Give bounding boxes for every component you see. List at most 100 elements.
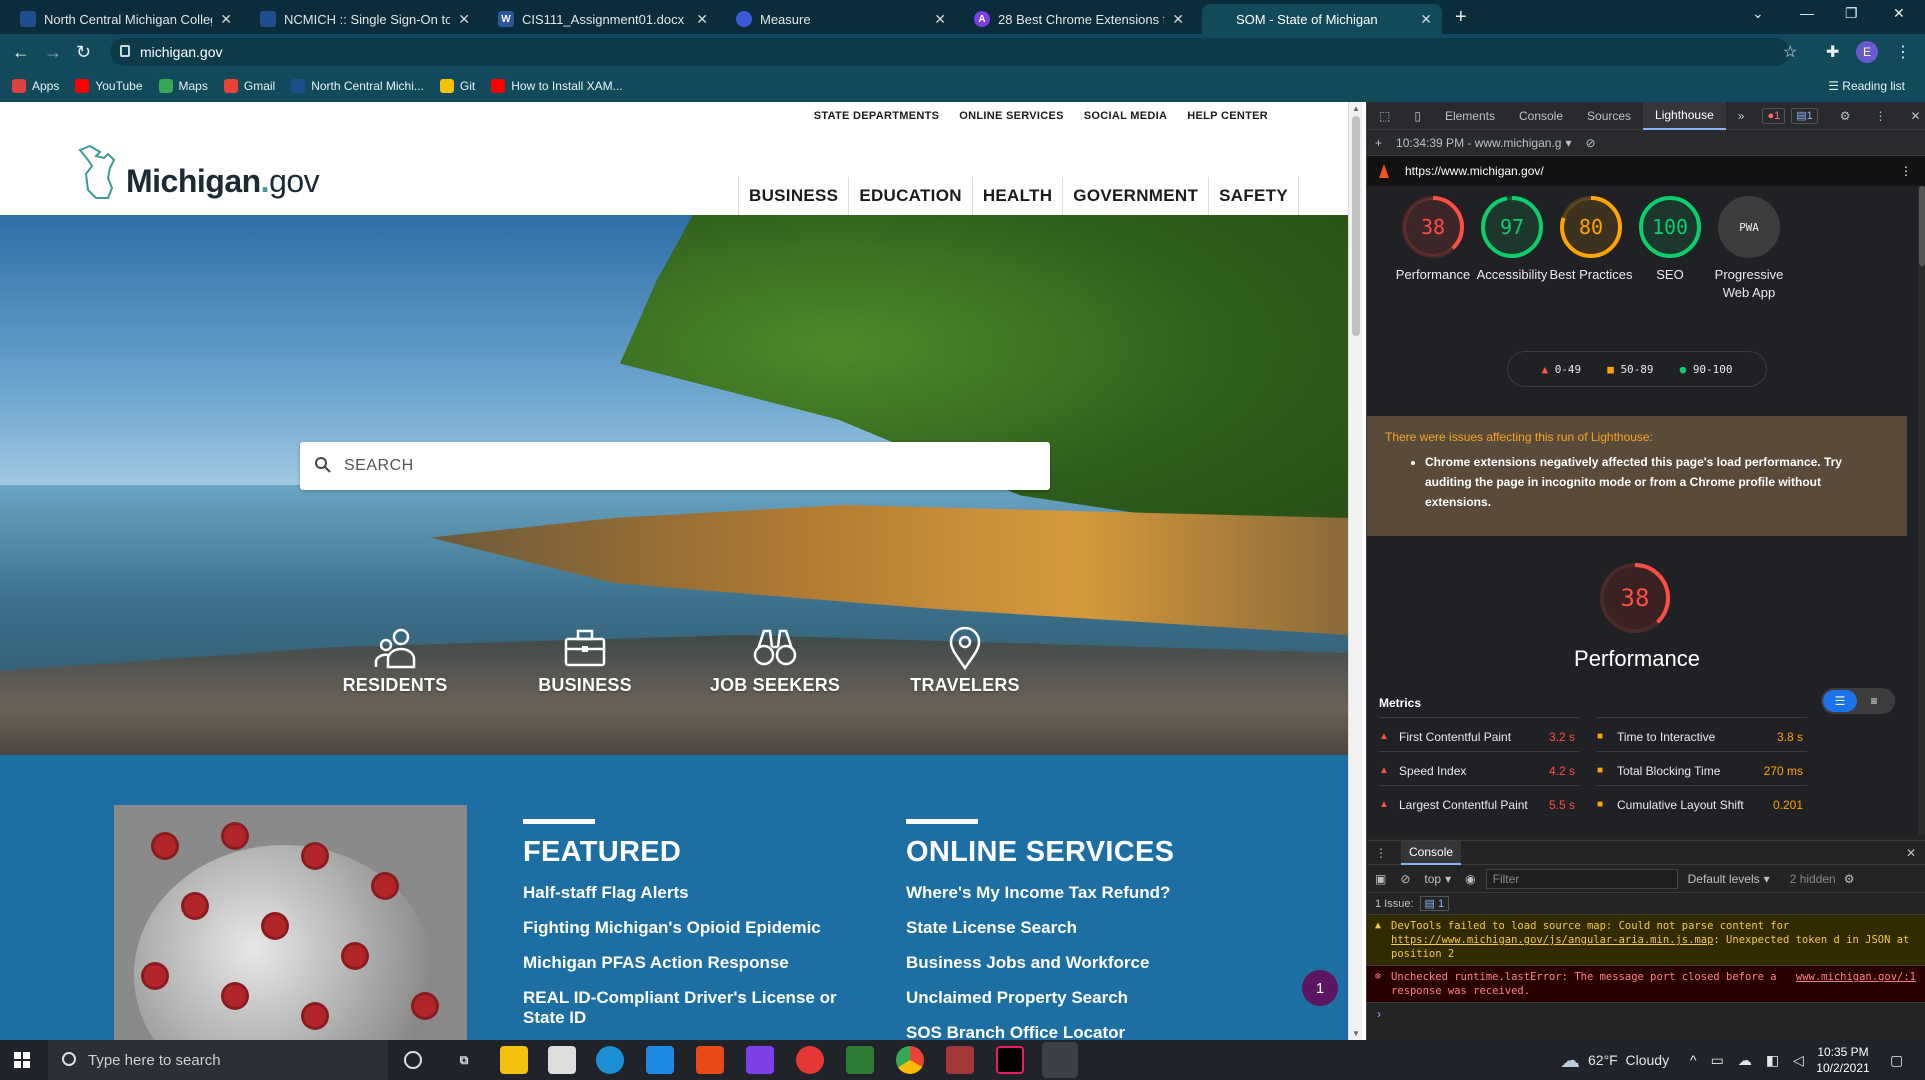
- browser-tab[interactable]: A 28 Best Chrome Extensions for W ✕: [964, 4, 1194, 34]
- report-selector[interactable]: 10:34:39 PM - www.michigan.g: [1396, 136, 1561, 150]
- show-hidden-icons-icon[interactable]: ^: [1690, 1052, 1697, 1068]
- levels-caret-icon[interactable]: ▾: [1764, 872, 1770, 886]
- score-gauge[interactable]: 97 Accessibility: [1470, 194, 1554, 284]
- score-gauge[interactable]: PWA Progressive Web App: [1707, 194, 1791, 302]
- maximize-button[interactable]: ❐: [1845, 5, 1858, 22]
- office-icon[interactable]: [696, 1046, 724, 1074]
- edge-icon[interactable]: [596, 1046, 624, 1074]
- reload-icon[interactable]: ↻: [76, 42, 91, 63]
- access-icon[interactable]: [946, 1046, 974, 1074]
- error-count-badge[interactable]: ● 1: [1762, 107, 1786, 124]
- featured-link[interactable]: Michigan PFAS Action Response: [523, 953, 853, 973]
- service-link[interactable]: Where's My Income Tax Refund?: [906, 883, 1246, 903]
- report-scrollbar-thumb[interactable]: [1919, 186, 1925, 266]
- context-caret-icon[interactable]: ▾: [1445, 872, 1451, 886]
- util-link-help-center[interactable]: HELP CENTER: [1187, 110, 1268, 122]
- mail-icon[interactable]: [646, 1046, 674, 1074]
- context-selector[interactable]: top: [1424, 872, 1441, 886]
- settings-gear-icon[interactable]: ⚙: [1828, 102, 1863, 130]
- service-link[interactable]: State License Search: [906, 918, 1246, 938]
- cortana-icon[interactable]: [404, 1051, 422, 1069]
- performance-big-gauge[interactable]: 38: [1597, 560, 1673, 636]
- issues-badge[interactable]: ▤ 1: [1419, 896, 1450, 911]
- chat-notification-button[interactable]: 1: [1302, 970, 1338, 1006]
- file-explorer-icon[interactable]: [500, 1046, 528, 1074]
- taskbar-clock[interactable]: 10:35 PM 10/2/2021: [1808, 1044, 1878, 1076]
- reading-list-button[interactable]: ☰ Reading list: [1828, 79, 1905, 93]
- clear-icon[interactable]: ⊘: [1585, 136, 1595, 150]
- scroll-down-arrow-icon[interactable]: ▼: [1352, 1029, 1360, 1038]
- tab-lighthouse[interactable]: Lighthouse: [1643, 102, 1726, 130]
- report-menu-icon[interactable]: ⋮: [1900, 164, 1912, 178]
- close-window-button[interactable]: ✕: [1893, 5, 1905, 22]
- collapsed-view-icon[interactable]: ☰: [1823, 690, 1857, 712]
- close-tab-icon[interactable]: ✕: [934, 11, 946, 28]
- menu-icon[interactable]: ⋮: [1895, 42, 1911, 62]
- warning-source-link[interactable]: https://www.michigan.gov/js/angular-aria…: [1391, 934, 1713, 946]
- intellij-icon[interactable]: [996, 1046, 1024, 1074]
- chrome-active-icon[interactable]: [1042, 1042, 1078, 1078]
- taskbar-search-input[interactable]: Type here to search: [48, 1040, 388, 1080]
- windows-start-button[interactable]: [0, 1040, 44, 1080]
- close-devtools-icon[interactable]: ✕: [1899, 102, 1925, 130]
- featured-link[interactable]: Fighting Michigan's Opioid Epidemic: [523, 918, 853, 938]
- browser-tab[interactable]: W CIS111_Assignment01.docx - Mic ✕: [488, 4, 718, 34]
- network-icon[interactable]: ◧: [1766, 1052, 1779, 1069]
- close-drawer-icon[interactable]: ✕: [1906, 846, 1916, 860]
- sidebar-toggle-icon[interactable]: ▣: [1375, 872, 1386, 886]
- score-gauge[interactable]: 80 Best Practices: [1549, 194, 1633, 284]
- browser-tab[interactable]: NCMICH :: Single Sign-On to all y ✕: [250, 4, 480, 34]
- more-tabs-icon[interactable]: »: [1726, 102, 1757, 130]
- site-search-input[interactable]: SEARCH: [300, 442, 1050, 490]
- address-bar[interactable]: michigan.gov: [110, 38, 1790, 66]
- score-gauge[interactable]: 38 Performance: [1391, 194, 1475, 284]
- report-url[interactable]: https://www.michigan.gov/: [1405, 164, 1544, 178]
- nav-health[interactable]: HEALTH: [971, 177, 1062, 215]
- visual-studio-icon[interactable]: [746, 1046, 774, 1074]
- new-tab-button[interactable]: +: [1455, 6, 1467, 29]
- close-tab-icon[interactable]: ✕: [220, 11, 232, 28]
- bookmark-maps[interactable]: Maps: [158, 79, 208, 93]
- close-tab-icon[interactable]: ✕: [1172, 11, 1184, 28]
- weather-widget[interactable]: ☁ 62°F Cloudy: [1560, 1040, 1669, 1080]
- store-icon[interactable]: [548, 1046, 576, 1074]
- onedrive-icon[interactable]: ☁: [1738, 1052, 1752, 1069]
- featured-link[interactable]: Half-staff Flag Alerts: [523, 883, 853, 903]
- media-player-icon[interactable]: [796, 1046, 824, 1074]
- util-link-online-services[interactable]: ONLINE SERVICES: [959, 110, 1064, 122]
- nav-safety[interactable]: SAFETY: [1208, 177, 1300, 215]
- score-gauge[interactable]: 100 SEO: [1628, 194, 1712, 284]
- devtools-menu-icon[interactable]: ⋮: [1863, 102, 1899, 130]
- util-link-social-media[interactable]: SOCIAL MEDIA: [1084, 110, 1167, 122]
- extensions-icon[interactable]: ✚: [1826, 42, 1839, 62]
- scroll-up-arrow-icon[interactable]: ▲: [1352, 104, 1360, 113]
- device-toolbar-icon[interactable]: ▯: [1402, 102, 1433, 130]
- volume-icon[interactable]: ◁: [1793, 1052, 1804, 1069]
- featured-link[interactable]: REAL ID-Compliant Driver's License or St…: [523, 988, 853, 1028]
- page-scrollbar[interactable]: ▲ ▼: [1348, 102, 1362, 1040]
- browser-tab-active[interactable]: SOM - State of Michigan ✕: [1202, 4, 1442, 34]
- bookmark-youtube[interactable]: YouTube: [75, 79, 143, 93]
- avatar[interactable]: E: [1856, 41, 1878, 63]
- clear-console-icon[interactable]: ⊘: [1400, 872, 1410, 886]
- tab-console[interactable]: Console: [1507, 102, 1575, 130]
- tab-search-icon[interactable]: ⌄: [1752, 5, 1764, 22]
- browser-tab[interactable]: North Central Michigan College ✕: [10, 4, 242, 34]
- hero-link-job-seekers[interactable]: JOB SEEKERS: [680, 625, 870, 696]
- tab-elements[interactable]: Elements: [1433, 102, 1507, 130]
- notification-icon[interactable]: ▢: [1890, 1040, 1903, 1080]
- service-link[interactable]: Unclaimed Property Search: [906, 988, 1246, 1008]
- nav-education[interactable]: EDUCATION: [848, 177, 972, 215]
- close-tab-icon[interactable]: ✕: [458, 11, 470, 28]
- hero-link-travelers[interactable]: TRAVELERS: [870, 625, 1060, 696]
- bookmark-star-icon[interactable]: ☆: [1783, 42, 1797, 62]
- forward-icon[interactable]: →: [44, 42, 62, 63]
- inspect-element-icon[interactable]: ⬚: [1367, 102, 1402, 130]
- app-icon[interactable]: [846, 1046, 874, 1074]
- service-link[interactable]: Business Jobs and Workforce: [906, 953, 1246, 973]
- metrics-view-toggle[interactable]: ☰ ≡: [1821, 688, 1895, 714]
- issues-bar[interactable]: 1 Issue: ▤ 1: [1367, 893, 1925, 915]
- nav-government[interactable]: GOVERNMENT: [1062, 177, 1208, 215]
- error-source-link[interactable]: www.michigan.gov/:1: [1796, 970, 1916, 984]
- log-levels-dropdown[interactable]: Default levels: [1688, 872, 1760, 886]
